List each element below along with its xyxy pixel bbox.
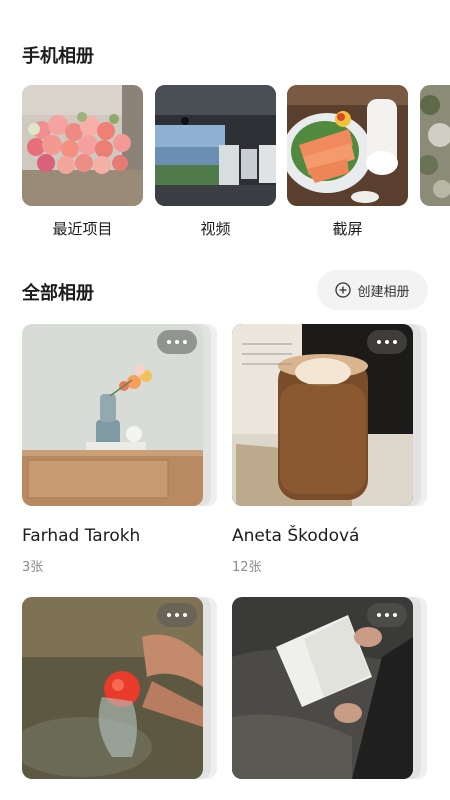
more-dot [385, 613, 389, 617]
phone-album-videos[interactable]: 视频 [155, 85, 276, 239]
phone-album-label: 最近项目 [52, 220, 113, 238]
phone-album-recent[interactable]: 最近项目 [22, 85, 143, 239]
plus-circle-icon [335, 282, 352, 298]
more-dot [167, 340, 171, 344]
phone-album-label: 视频 [200, 220, 231, 238]
album-more-button[interactable] [157, 330, 197, 354]
create-album-button[interactable]: 创建相册 [317, 270, 428, 310]
more-dot [175, 613, 179, 617]
album-more-button[interactable] [157, 603, 197, 627]
phone-albums-row: 最近项目 视频 截屏 [22, 85, 450, 245]
album-card[interactable]: Aneta Škodová 12张 [232, 324, 427, 575]
videos-thumbnail[interactable] [155, 85, 276, 206]
phone-album-partial[interactable] [420, 85, 450, 218]
create-album-label: 创建相册 [357, 284, 410, 300]
more-dot [183, 613, 187, 617]
album-card[interactable] [232, 597, 427, 799]
more-dot [183, 340, 187, 344]
recent-thumbnail[interactable] [22, 85, 143, 206]
phone-album-label: 截屏 [332, 220, 363, 238]
more-dot [167, 613, 171, 617]
more-dot [385, 340, 389, 344]
partial-thumbnail[interactable] [420, 85, 450, 206]
more-dot [393, 613, 397, 617]
album-more-button[interactable] [367, 330, 407, 354]
album-card[interactable] [22, 597, 217, 799]
screenshots-thumbnail[interactable] [287, 85, 408, 206]
phone-albums-title: 手机相册 [22, 46, 94, 67]
album-count: 3张 [22, 560, 44, 575]
more-dot [175, 340, 179, 344]
more-dot [377, 340, 381, 344]
album-more-button[interactable] [367, 603, 407, 627]
album-name: Farhad Tarokh [22, 526, 141, 546]
phone-album-screenshots[interactable]: 截屏 [287, 85, 408, 239]
album-count: 12张 [232, 560, 262, 575]
more-dot [377, 613, 381, 617]
more-dot [393, 340, 397, 344]
album-card[interactable]: Farhad Tarokh 3张 [22, 324, 217, 575]
all-albums-title: 全部相册 [22, 283, 94, 304]
album-name: Aneta Škodová [232, 526, 360, 546]
